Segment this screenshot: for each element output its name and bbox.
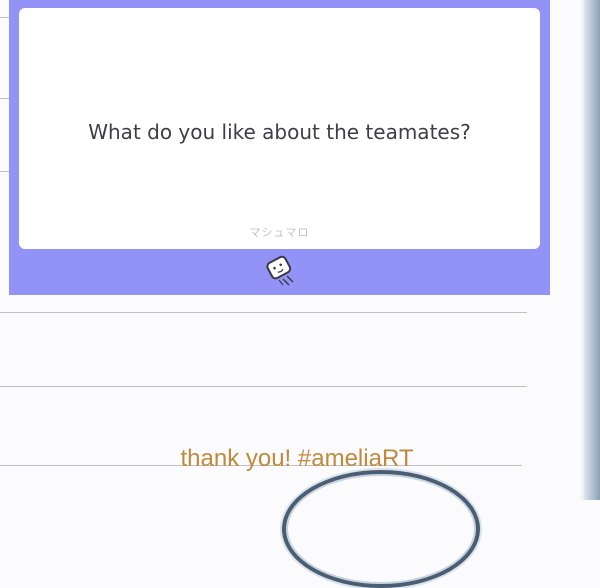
marshmallow-question-card: What do you like about the teamates? マシュ… <box>19 8 540 249</box>
decorative-lens-ring <box>282 470 480 588</box>
question-text: What do you like about the teamates? <box>88 120 471 144</box>
right-edge-highlight <box>581 0 584 500</box>
notebook-rule <box>0 312 527 313</box>
right-edge-border <box>584 0 600 500</box>
marshmallow-icon <box>259 252 299 288</box>
thank-you-caption: thank you! #ameliaRT <box>180 445 414 472</box>
notebook-rule <box>0 386 527 387</box>
brand-label: マシュマロ <box>249 226 310 239</box>
